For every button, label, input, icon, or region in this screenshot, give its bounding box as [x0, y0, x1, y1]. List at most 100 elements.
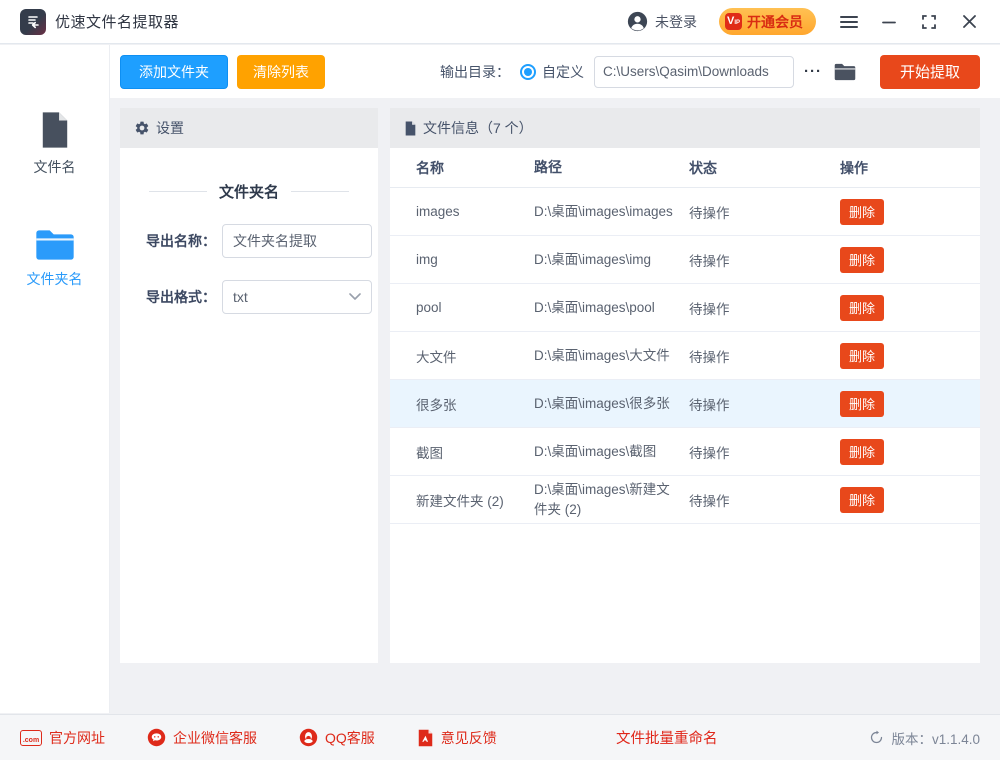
maximize-icon[interactable]: [914, 7, 944, 37]
row-name: 截图: [390, 442, 534, 462]
version-info: 版本：v1.1.4.0: [869, 728, 980, 748]
sidebar-item-foldername[interactable]: 文件夹名: [0, 215, 109, 299]
file-icon: [404, 121, 417, 136]
footer: .com 官方网址 企业微信客服 QQ客服 意见反馈 文件批量重命名: [0, 714, 1000, 760]
gear-icon: [134, 120, 150, 136]
app-title: 优速文件名提取器: [55, 11, 179, 32]
table-row-highlighted[interactable]: 很多张 D:\桌面\images\很多张 待操作 删除: [390, 380, 980, 428]
file-info-header: 文件信息（7 个）: [390, 108, 980, 148]
row-name: 大文件: [390, 346, 534, 366]
sidebar-item-label: 文件名: [34, 157, 76, 177]
row-path: D:\桌面\images\新建文件夹 (2): [534, 480, 689, 519]
export-format-select[interactable]: txt: [222, 280, 372, 314]
row-name: pool: [390, 300, 534, 315]
titlebar: 优速文件名提取器 未登录 VIP 开通会员: [0, 0, 1000, 44]
row-status: 待操作: [689, 202, 840, 222]
row-path: D:\桌面\images\大文件: [534, 346, 689, 366]
sidebar-item-filename[interactable]: 文件名: [0, 97, 109, 187]
vip-label: 开通会员: [747, 12, 803, 32]
qq-service-icon: [299, 728, 318, 747]
table-row[interactable]: pool D:\桌面\images\pool 待操作 删除: [390, 284, 980, 332]
table-row[interactable]: 截图 D:\桌面\images\截图 待操作 删除: [390, 428, 980, 476]
feedback-icon: [417, 729, 434, 747]
export-format-value: txt: [233, 289, 349, 305]
menu-icon[interactable]: [834, 7, 864, 37]
clear-list-button[interactable]: 清除列表: [237, 55, 325, 89]
delete-button[interactable]: 删除: [840, 487, 884, 513]
row-path: D:\桌面\images\很多张: [534, 394, 689, 414]
folder-icon: [35, 229, 75, 261]
custom-output-radio[interactable]: [520, 64, 536, 80]
table-header: 名称 路径 状态 操作: [390, 148, 980, 188]
delete-button[interactable]: 删除: [840, 439, 884, 465]
feedback-link[interactable]: 意见反馈: [417, 728, 497, 748]
output-mode-label[interactable]: 自定义: [542, 62, 584, 82]
add-folder-button[interactable]: 添加文件夹: [120, 55, 228, 89]
settings-header-label: 设置: [156, 118, 184, 138]
row-path: D:\桌面\images\pool: [534, 298, 689, 318]
row-status: 待操作: [689, 442, 840, 462]
sidebar-item-label: 文件夹名: [27, 269, 83, 289]
row-status: 待操作: [689, 298, 840, 318]
settings-panel: 设置 文件夹名 导出名称： 导出格式： txt: [120, 108, 378, 663]
qq-service-label: QQ客服: [325, 728, 375, 748]
refresh-icon[interactable]: [869, 730, 884, 745]
file-info-header-label: 文件信息（7 个）: [423, 118, 533, 138]
table-row[interactable]: 新建文件夹 (2) D:\桌面\images\新建文件夹 (2) 待操作 删除: [390, 476, 980, 524]
table-row[interactable]: img D:\桌面\images\img 待操作 删除: [390, 236, 980, 284]
row-path: D:\桌面\images\images: [534, 202, 689, 222]
feedback-label: 意见反馈: [441, 728, 497, 748]
divider: [149, 191, 207, 192]
file-info-panel: 文件信息（7 个） 名称 路径 状态 操作 images D:\桌面\image…: [390, 108, 980, 663]
export-format-label: 导出格式：: [146, 287, 222, 307]
app-logo-icon: [20, 9, 46, 35]
row-name: images: [390, 204, 534, 219]
settings-section-title-row: 文件夹名: [120, 181, 378, 202]
login-status[interactable]: 未登录: [655, 12, 697, 32]
row-name: img: [390, 252, 534, 267]
settings-header: 设置: [120, 108, 378, 148]
sidebar: 文件名 文件夹名: [0, 45, 110, 713]
row-status: 待操作: [689, 346, 840, 366]
table-row[interactable]: images D:\桌面\images\images 待操作 删除: [390, 188, 980, 236]
output-dir-label: 输出目录：: [440, 62, 510, 82]
delete-button[interactable]: 删除: [840, 247, 884, 273]
close-icon[interactable]: [954, 7, 984, 37]
delete-button[interactable]: 删除: [840, 343, 884, 369]
col-header-status: 状态: [689, 158, 840, 178]
qq-service-link[interactable]: QQ客服: [299, 728, 375, 748]
version-label: 版本：v1.1.4.0: [891, 728, 980, 748]
divider: [291, 191, 349, 192]
batch-rename-link[interactable]: 文件批量重命名: [616, 727, 718, 748]
col-header-path: 路径: [534, 157, 689, 177]
export-name-input[interactable]: [222, 224, 372, 258]
export-name-row: 导出名称：: [146, 224, 378, 258]
chevron-down-icon: [349, 293, 361, 301]
official-website-link[interactable]: .com 官方网址: [20, 728, 105, 748]
user-avatar-icon[interactable]: [627, 11, 648, 32]
settings-section-title: 文件夹名: [219, 181, 279, 202]
start-extract-button[interactable]: 开始提取: [880, 55, 980, 89]
open-vip-button[interactable]: VIP 开通会员: [719, 8, 816, 35]
delete-button[interactable]: 删除: [840, 199, 884, 225]
col-header-name: 名称: [390, 158, 534, 178]
website-com-icon: .com: [20, 730, 42, 746]
minimize-icon[interactable]: [874, 7, 904, 37]
row-status: 待操作: [689, 394, 840, 414]
delete-button[interactable]: 删除: [840, 391, 884, 417]
row-status: 待操作: [689, 250, 840, 270]
row-name: 新建文件夹 (2): [390, 490, 534, 510]
wechat-service-link[interactable]: 企业微信客服: [147, 728, 257, 748]
browse-more-button[interactable]: ···: [804, 63, 822, 80]
wechat-service-label: 企业微信客服: [173, 728, 257, 748]
export-name-label: 导出名称：: [146, 231, 222, 251]
output-path-input[interactable]: [594, 56, 794, 88]
export-format-row: 导出格式： txt: [146, 280, 378, 314]
row-name: 很多张: [390, 394, 534, 414]
delete-button[interactable]: 删除: [840, 295, 884, 321]
open-folder-icon[interactable]: [834, 63, 856, 81]
toolbar: 添加文件夹 清除列表 输出目录： 自定义 ··· 开始提取: [110, 45, 1000, 98]
wechat-service-icon: [147, 728, 166, 747]
table-row[interactable]: 大文件 D:\桌面\images\大文件 待操作 删除: [390, 332, 980, 380]
row-status: 待操作: [689, 490, 840, 510]
